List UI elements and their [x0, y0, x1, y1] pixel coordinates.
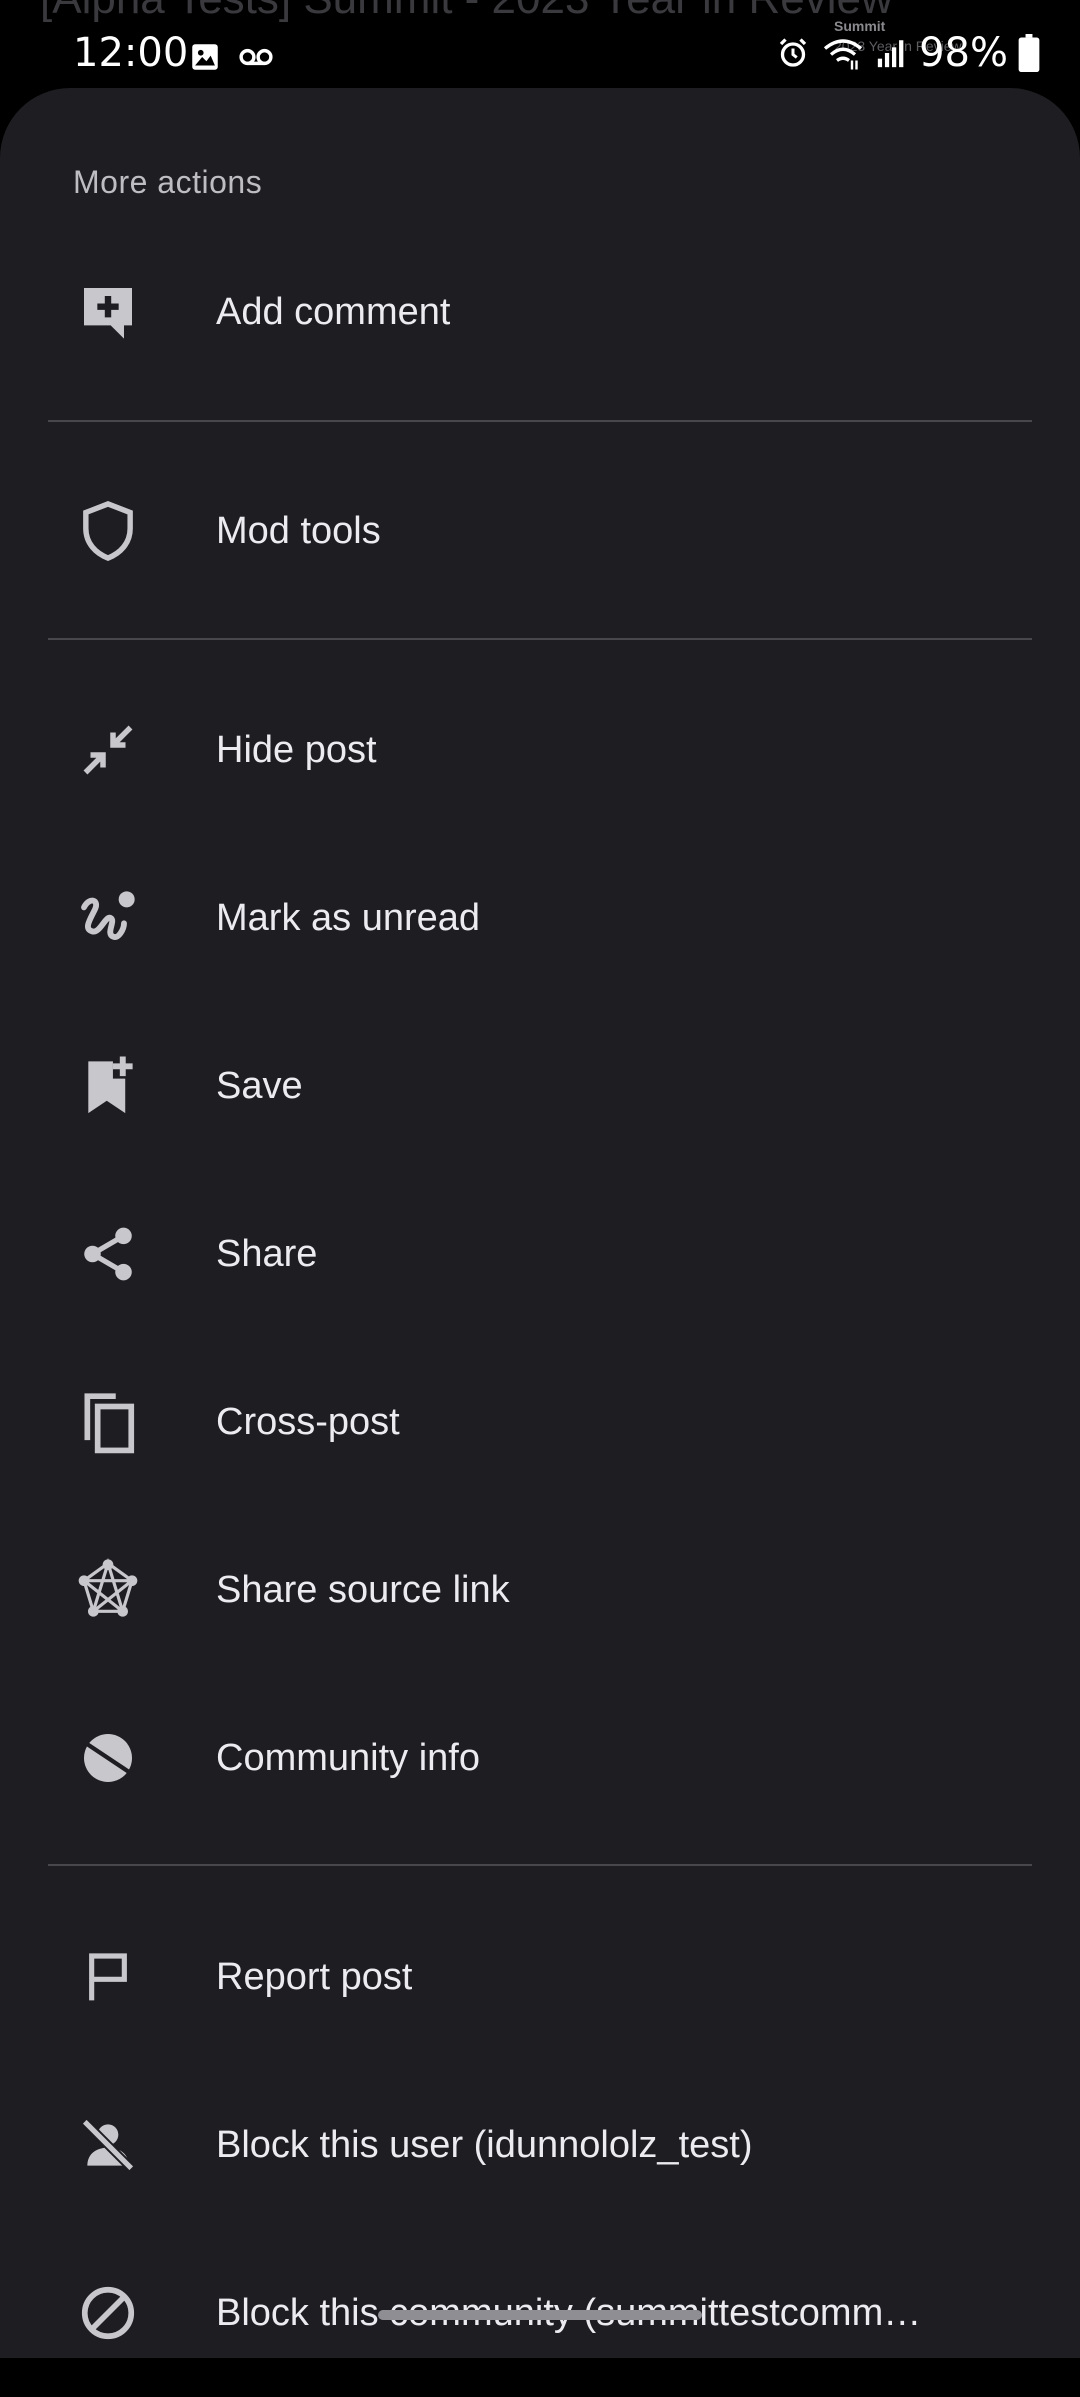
action-label: Add comment	[216, 290, 451, 333]
action-label: Share source link	[216, 1568, 510, 1611]
action-label: Community info	[216, 1736, 480, 1779]
more-actions-sheet: More actions Add comment Mod tools Hide …	[0, 88, 1080, 2358]
shield-icon	[72, 495, 144, 567]
divider	[48, 420, 1032, 422]
action-hide-post[interactable]: Hide post	[0, 666, 1080, 834]
alarm-icon	[775, 35, 811, 71]
action-label: Cross-post	[216, 1400, 400, 1443]
block-user-icon	[72, 2109, 144, 2181]
wifi-icon	[821, 35, 865, 71]
battery-icon	[1018, 34, 1040, 72]
bookmark-add-icon	[72, 1050, 144, 1122]
voicemail-icon	[236, 40, 276, 74]
status-time: 12:00	[73, 30, 189, 76]
status-left-icons	[188, 40, 276, 74]
action-share-source-link[interactable]: Share source link	[0, 1506, 1080, 1674]
action-cross-post[interactable]: Cross-post	[0, 1338, 1080, 1506]
action-label: Mark as unread	[216, 896, 481, 939]
divider	[48, 638, 1032, 640]
collapse-icon	[72, 714, 144, 786]
copy-icon	[72, 1386, 144, 1458]
status-right: 98%	[775, 30, 1040, 76]
block-icon	[72, 2277, 144, 2349]
action-mark-unread[interactable]: Mark as unread	[0, 834, 1080, 1002]
home-indicator[interactable]	[378, 2310, 702, 2320]
action-label: Block this user (idunnololz_test)	[216, 2123, 753, 2166]
flag-icon	[72, 1941, 144, 2013]
signal-icon	[875, 35, 909, 71]
action-label: Hide post	[216, 728, 377, 771]
action-label: Share	[216, 1232, 318, 1275]
action-label: Report post	[216, 1955, 413, 1998]
action-label: Mod tools	[216, 509, 381, 552]
image-icon	[188, 40, 222, 74]
fediverse-icon	[72, 1554, 144, 1626]
add-comment-icon	[72, 276, 144, 348]
divider	[48, 1864, 1032, 1866]
share-icon	[72, 1218, 144, 1290]
battery-percent: 98%	[919, 30, 1008, 76]
action-add-comment[interactable]: Add comment	[0, 228, 1080, 396]
planet-icon	[72, 1722, 144, 1794]
action-save[interactable]: Save	[0, 1002, 1080, 1170]
action-label: Save	[216, 1064, 303, 1107]
action-community-info[interactable]: Community info	[0, 1674, 1080, 1842]
action-share[interactable]: Share	[0, 1170, 1080, 1338]
unread-squiggle-icon	[72, 882, 144, 954]
action-report-post[interactable]: Report post	[0, 1893, 1080, 2061]
action-mod-tools[interactable]: Mod tools	[0, 447, 1080, 615]
sheet-title: More actions	[73, 164, 263, 200]
status-bar: 12:00 98%	[0, 0, 1080, 86]
action-block-user[interactable]: Block this user (idunnololz_test)	[0, 2061, 1080, 2229]
